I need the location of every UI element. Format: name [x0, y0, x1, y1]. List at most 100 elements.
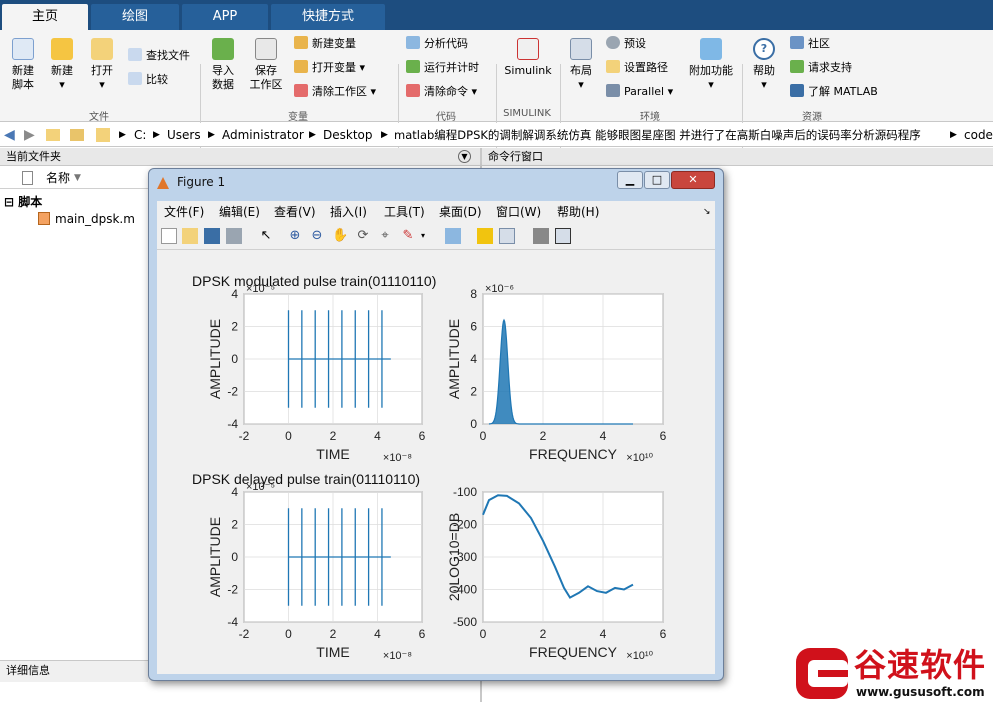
- menu-help[interactable]: 帮助(H): [557, 201, 599, 223]
- dock-icon[interactable]: ↘: [703, 201, 711, 223]
- print-icon[interactable]: [226, 228, 242, 244]
- clear-commands-button[interactable]: 清除命令 ▾: [406, 84, 477, 100]
- show-plot-tools-icon[interactable]: [555, 228, 571, 244]
- back-arrow-icon[interactable]: ◀: [4, 123, 15, 146]
- breadcrumb-administrator[interactable]: Administrator: [222, 123, 304, 146]
- clear-workspace-button[interactable]: 清除工作区 ▾: [294, 84, 376, 100]
- collapse-icon[interactable]: ⊟: [4, 195, 14, 209]
- import-data-button[interactable]: 导入 数据: [206, 38, 240, 92]
- y-tick-label: 8: [470, 287, 477, 301]
- details-content: [0, 682, 148, 702]
- breadcrumb-code[interactable]: code: [964, 123, 993, 146]
- sort-arrow-icon: ▼: [74, 173, 81, 183]
- pan-icon[interactable]: ✋: [332, 228, 348, 244]
- tab-plots[interactable]: 绘图: [91, 4, 179, 30]
- file-list-header: 名称 ▼: [0, 167, 148, 189]
- brush-icon[interactable]: ✎: [400, 228, 416, 244]
- brush-dropdown-icon[interactable]: ▾: [415, 228, 431, 244]
- x-exponent-label: ×10¹⁰: [626, 452, 653, 464]
- save-workspace-button[interactable]: 保存 工作区: [246, 38, 286, 92]
- run-and-time-button[interactable]: 运行并计时: [406, 60, 479, 76]
- rotate-icon[interactable]: ⟳: [355, 228, 371, 244]
- open-variable-button[interactable]: 打开变量 ▾: [294, 60, 365, 76]
- menu-window[interactable]: 窗口(W): [496, 201, 541, 223]
- new-figure-icon[interactable]: [161, 228, 177, 244]
- parallel-button[interactable]: Parallel ▾: [606, 84, 673, 100]
- panel-menu-icon[interactable]: ▼: [458, 150, 471, 163]
- learn-icon: [790, 84, 804, 97]
- simulink-button[interactable]: Simulink: [502, 38, 554, 78]
- up-folder-icon[interactable]: [46, 129, 60, 141]
- y-axis-label: AMPLITUDE: [207, 517, 223, 597]
- help-button[interactable]: ? 帮助 ▾: [748, 38, 780, 92]
- menu-view[interactable]: 查看(V): [274, 201, 316, 223]
- y-tick-label: 2: [470, 385, 477, 399]
- hide-plot-tools-icon[interactable]: [533, 228, 549, 244]
- name-column-header[interactable]: 名称: [46, 167, 70, 189]
- maximize-button[interactable]: □: [644, 171, 670, 189]
- breadcrumb-separator: ▶: [153, 130, 160, 140]
- data-cursor-icon[interactable]: ⌖: [377, 228, 393, 244]
- menu-file[interactable]: 文件(F): [164, 201, 204, 223]
- breadcrumb-desktop[interactable]: Desktop: [323, 123, 373, 146]
- y-exponent-label: ×10⁻⁵: [246, 481, 275, 493]
- y-tick-label: -500: [453, 615, 477, 629]
- preferences-button[interactable]: 预设: [606, 36, 646, 52]
- open-button[interactable]: 打开 ▾: [86, 38, 118, 92]
- legend-icon[interactable]: [499, 228, 515, 244]
- y-exponent-label: ×10⁻⁶: [485, 283, 514, 295]
- x-tick-label: 0: [285, 627, 292, 641]
- analyze-code-button[interactable]: 分析代码: [406, 36, 468, 52]
- y-tick-label: 0: [231, 550, 238, 564]
- command-window-header: 命令行窗口: [482, 148, 993, 166]
- folder-icon: [96, 128, 110, 142]
- save-icon[interactable]: [204, 228, 220, 244]
- file-item-main-dpsk[interactable]: main_dpsk.m: [38, 212, 135, 226]
- breadcrumb-project-folder[interactable]: matlab编程DPSK的调制解调系统仿真 能够眼图星座图 并进行了在高斯白噪声…: [394, 123, 921, 146]
- menu-desktop[interactable]: 桌面(D): [439, 201, 482, 223]
- set-path-button[interactable]: 设置路径: [606, 60, 668, 76]
- close-button[interactable]: ✕: [671, 171, 715, 189]
- figure-toolbar: ↖ ⊕ ⊖ ✋ ⟳ ⌖ ✎ ▾: [157, 223, 715, 250]
- community-button[interactable]: 社区: [790, 36, 830, 52]
- x-axis-label: FREQUENCY: [529, 446, 618, 462]
- current-folder-header: 当前文件夹 ▼: [0, 148, 480, 166]
- browse-folder-icon[interactable]: [70, 129, 84, 141]
- layout-button[interactable]: 布局 ▾: [566, 38, 596, 92]
- minimize-button[interactable]: ▁: [617, 171, 643, 189]
- menu-edit[interactable]: 编辑(E): [219, 201, 260, 223]
- x-tick-label: 4: [600, 429, 607, 443]
- find-files-button[interactable]: 查找文件: [128, 48, 190, 64]
- request-support-button[interactable]: 请求支持: [790, 60, 852, 76]
- x-tick-label: 6: [660, 429, 667, 443]
- menu-insert[interactable]: 插入(I): [330, 201, 367, 223]
- breadcrumb-separator: ▶: [950, 130, 957, 140]
- pointer-icon[interactable]: ↖: [258, 228, 274, 244]
- open-file-icon[interactable]: [182, 228, 198, 244]
- zoom-in-icon[interactable]: ⊕: [287, 228, 303, 244]
- new-button[interactable]: 新建 ▾: [46, 38, 78, 92]
- new-script-button[interactable]: 新建 脚本: [6, 38, 40, 92]
- breadcrumb-drive[interactable]: C:: [134, 123, 146, 146]
- tab-home[interactable]: 主页: [2, 4, 88, 30]
- tab-shortcuts[interactable]: 快捷方式: [271, 4, 385, 30]
- compare-icon: [128, 72, 142, 85]
- compare-button[interactable]: 比较: [128, 72, 168, 88]
- breadcrumb-users[interactable]: Users: [167, 123, 201, 146]
- add-ons-button[interactable]: 附加功能 ▾: [688, 38, 734, 92]
- x-exponent-label: ×10⁻⁸: [383, 452, 412, 464]
- zoom-out-icon[interactable]: ⊖: [309, 228, 325, 244]
- learn-matlab-button[interactable]: 了解 MATLAB: [790, 84, 878, 100]
- new-variable-button[interactable]: 新建变量: [294, 36, 356, 52]
- analyze-icon: [406, 36, 420, 49]
- layout-icon: [570, 38, 592, 60]
- forward-arrow-icon[interactable]: ▶: [24, 123, 35, 146]
- command-window[interactable]: [724, 167, 993, 702]
- link-plot-icon[interactable]: [445, 228, 461, 244]
- folder-node[interactable]: ⊟ 脚本: [4, 193, 42, 210]
- simulink-group-label: SIMULINK: [503, 108, 551, 119]
- colorbar-icon[interactable]: [477, 228, 493, 244]
- support-icon: [790, 60, 804, 73]
- tab-apps[interactable]: APP: [182, 4, 268, 30]
- menu-tools[interactable]: 工具(T): [384, 201, 425, 223]
